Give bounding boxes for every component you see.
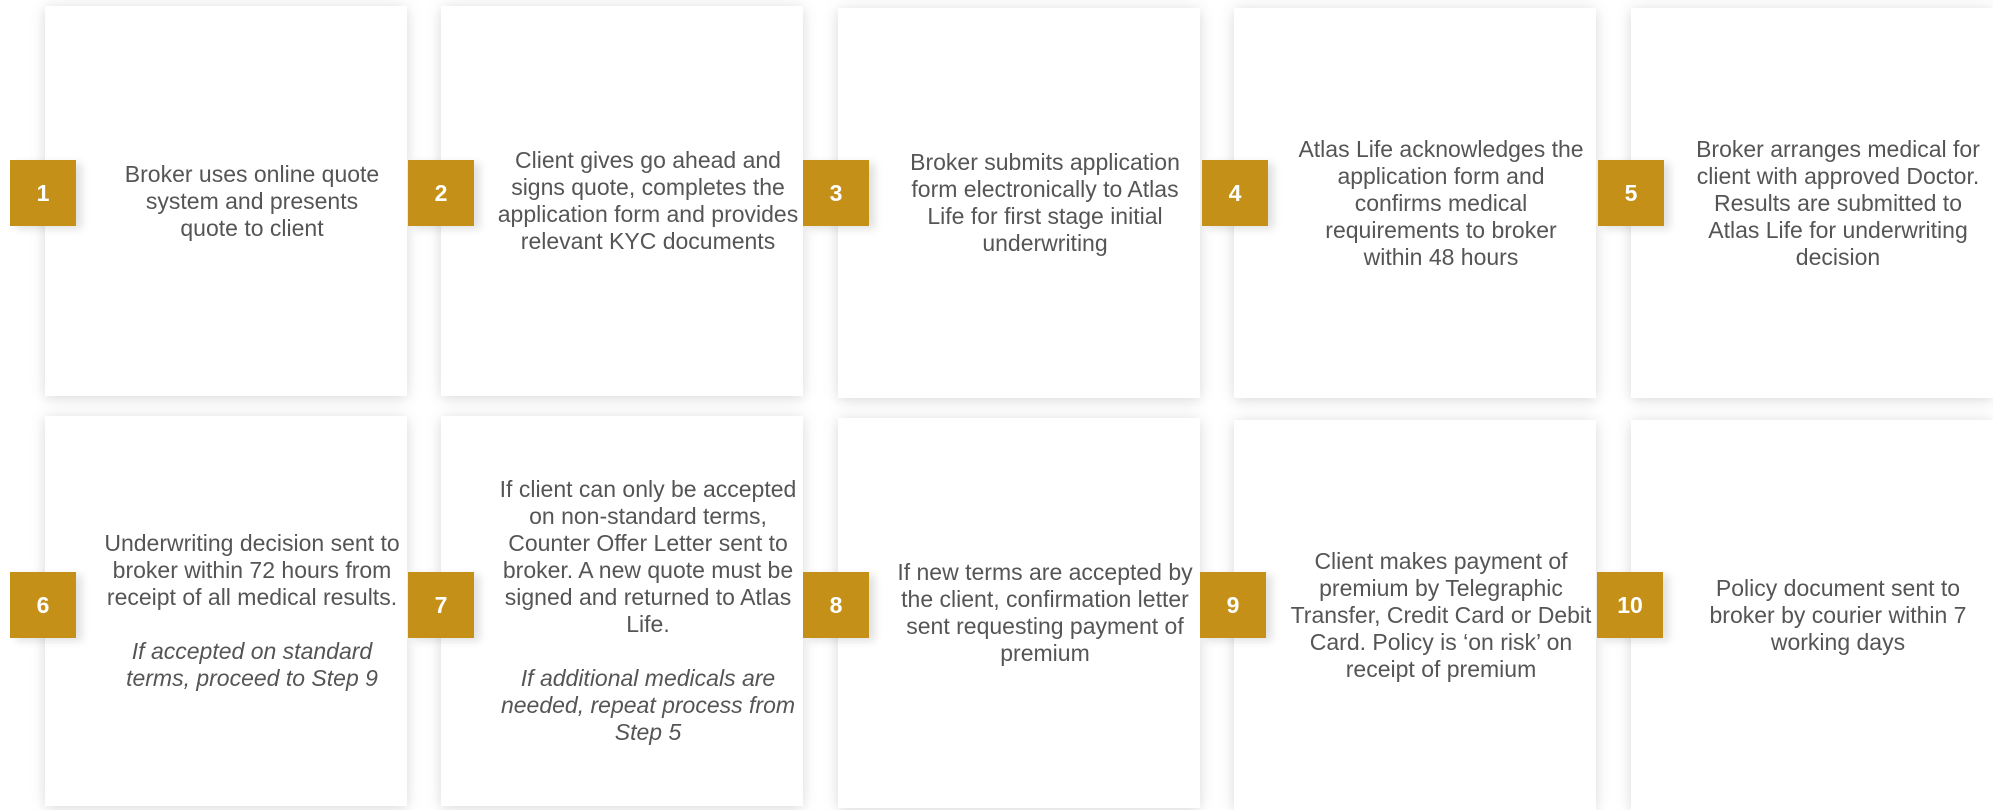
step-text-3: Broker submits application form electron…	[888, 8, 1202, 398]
step-number-badge-1: 1	[10, 160, 76, 226]
step-card-9: Client makes payment of premium by Teleg…	[1234, 420, 1596, 810]
step-card-8: If new terms are accepted by the client,…	[838, 418, 1200, 808]
step-description: Broker uses online quote system and pres…	[124, 160, 380, 241]
step-description: Policy document sent to broker by courie…	[1709, 574, 1967, 655]
step-note: If accepted on standard terms, proceed t…	[126, 638, 378, 691]
step-text-9: Client makes payment of premium by Teleg…	[1284, 420, 1598, 810]
step-text-5: Broker arranges medical for client with …	[1681, 8, 1993, 398]
step-card-5: Broker arranges medical for client with …	[1631, 8, 1993, 398]
step-number-badge-10: 10	[1597, 572, 1663, 638]
step-card-2: Client gives go ahead and signs quote, c…	[441, 6, 803, 396]
step-text-4: Atlas Life acknowledges the application …	[1284, 8, 1598, 398]
step-description: Atlas Life acknowledges the application …	[1298, 135, 1584, 270]
step-description: If new terms are accepted by the client,…	[897, 559, 1193, 666]
step-description: Broker submits application form electron…	[910, 149, 1180, 256]
step-number-badge-8: 8	[803, 572, 869, 638]
step-card-3: Broker submits application form electron…	[838, 8, 1200, 398]
step-card-6: Underwriting decision sent to broker wit…	[45, 416, 407, 806]
step-number-badge-9: 9	[1200, 572, 1266, 638]
step-number-badge-7: 7	[408, 572, 474, 638]
step-number-badge-2: 2	[408, 160, 474, 226]
step-text-7: If client can only be accepted on non-st…	[491, 416, 805, 806]
step-number-badge-3: 3	[803, 160, 869, 226]
step-card-4: Atlas Life acknowledges the application …	[1234, 8, 1596, 398]
step-description: Underwriting decision sent to broker wit…	[104, 530, 400, 610]
step-card-1: Broker uses online quote system and pres…	[45, 6, 407, 396]
step-description: If client can only be accepted on non-st…	[499, 476, 797, 637]
step-number-badge-4: 4	[1202, 160, 1268, 226]
step-note: If additional medicals are needed, repea…	[500, 665, 796, 745]
step-number-badge-5: 5	[1598, 160, 1664, 226]
step-text-1: Broker uses online quote system and pres…	[95, 6, 409, 396]
step-text-6: Underwriting decision sent to broker wit…	[95, 416, 409, 806]
step-text-8: If new terms are accepted by the client,…	[888, 418, 1202, 808]
step-card-10: Policy document sent to broker by courie…	[1631, 420, 1993, 810]
step-card-7: If client can only be accepted on non-st…	[441, 416, 803, 806]
step-description: Client gives go ahead and signs quote, c…	[497, 147, 799, 254]
step-description: Broker arranges medical for client with …	[1696, 135, 1980, 270]
step-text-10: Policy document sent to broker by courie…	[1681, 420, 1993, 810]
step-number-badge-6: 6	[10, 572, 76, 638]
step-text-2: Client gives go ahead and signs quote, c…	[491, 6, 805, 396]
step-description: Client makes payment of premium by Teleg…	[1290, 547, 1592, 682]
